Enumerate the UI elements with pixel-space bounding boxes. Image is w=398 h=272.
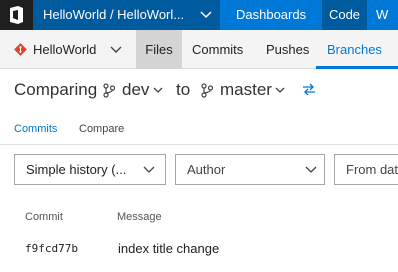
tab-commits-view[interactable]: Commits: [14, 121, 57, 137]
chevron-down-icon: [143, 166, 155, 173]
nav-work[interactable]: W: [376, 0, 388, 30]
author-filter-select[interactable]: Author: [175, 154, 325, 185]
active-tab-indicator: [316, 66, 398, 69]
chevron-down-icon[interactable]: [109, 44, 123, 56]
git-repo-icon: [14, 43, 27, 56]
comparing-label: Comparing: [14, 80, 98, 99]
top-nav-bar: HelloWorld / HelloWorl... Dashboards Cod…: [0, 0, 398, 30]
chevron-down-icon: [305, 166, 317, 173]
commit-message[interactable]: index title change: [118, 240, 219, 258]
column-header-commit: Commit: [25, 211, 63, 223]
column-header-message: Message: [117, 211, 162, 223]
branch-icon: [103, 83, 115, 98]
app-logo[interactable]: [0, 0, 33, 30]
commit-id[interactable]: f9fcd77b: [25, 241, 78, 257]
nav-code[interactable]: Code: [322, 0, 367, 30]
chevron-down-icon[interactable]: [274, 86, 286, 96]
tab-commits[interactable]: Commits: [192, 30, 243, 69]
swap-branches-icon[interactable]: [301, 82, 317, 96]
branch-icon: [201, 83, 213, 98]
repo-selector[interactable]: HelloWorld: [33, 30, 96, 70]
vsts-logo-icon: [10, 6, 23, 24]
to-label: to: [176, 80, 191, 99]
chevron-down-icon[interactable]: [199, 8, 213, 22]
target-branch-selector[interactable]: master: [220, 78, 272, 102]
project-name: HelloWorld / HelloWorl...: [43, 7, 185, 22]
from-date-filter[interactable]: From dat: [334, 154, 398, 185]
tab-files[interactable]: Files: [136, 30, 182, 69]
tab-compare-view[interactable]: Compare: [79, 121, 124, 137]
from-date-placeholder: From dat: [346, 162, 398, 177]
tab-pushes[interactable]: Pushes: [266, 30, 309, 69]
project-selector[interactable]: HelloWorld / HelloWorl...: [33, 0, 220, 30]
tab-branches[interactable]: Branches: [327, 30, 382, 69]
chevron-down-icon[interactable]: [152, 86, 164, 96]
source-branch-selector[interactable]: dev: [122, 78, 149, 102]
author-filter-placeholder: Author: [187, 162, 226, 177]
history-filter-select[interactable]: Simple history (...: [14, 154, 166, 185]
nav-dashboards[interactable]: Dashboards: [226, 0, 316, 30]
divider: [0, 144, 398, 145]
repo-nav-bar: HelloWorld Files Commits Pushes Branches: [0, 30, 398, 69]
history-filter-value: Simple history (...: [26, 162, 127, 177]
